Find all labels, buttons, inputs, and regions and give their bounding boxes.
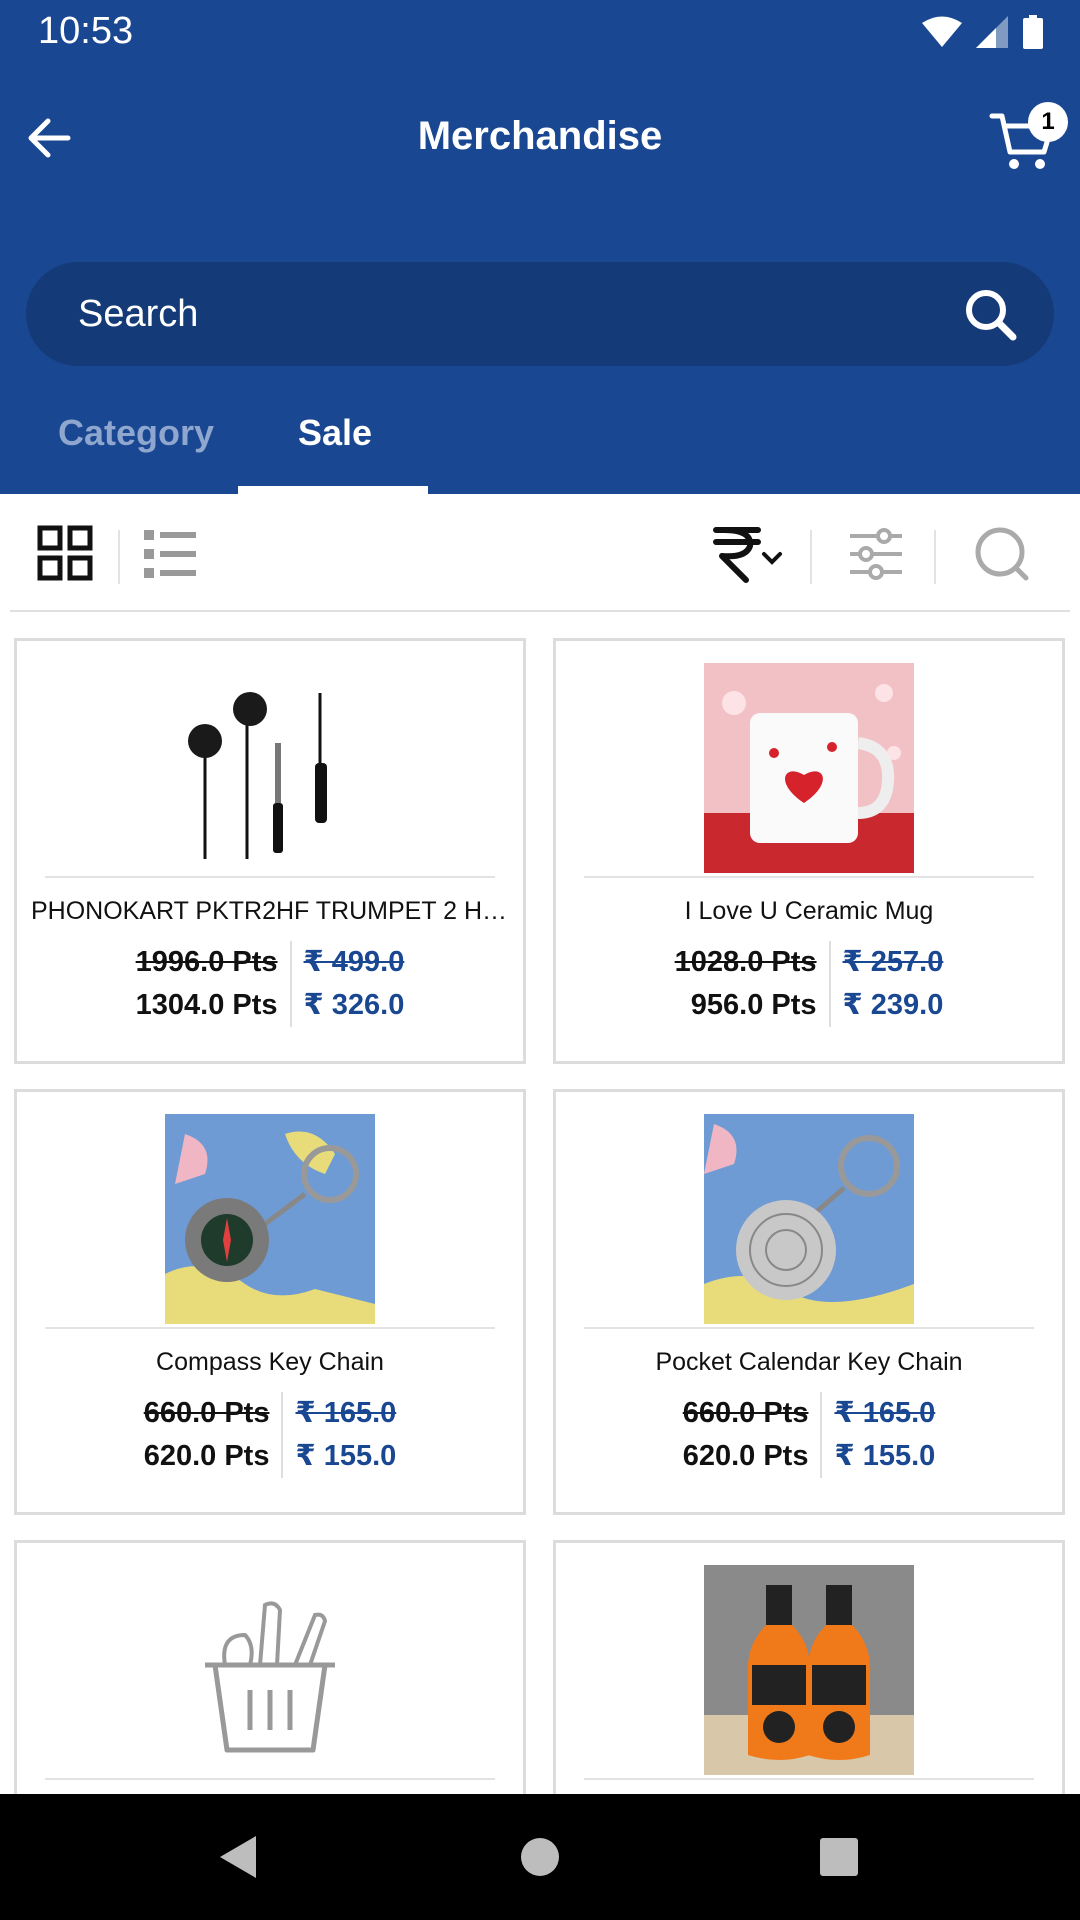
points-column: 660.0 Pts 620.0 Pts [144, 1392, 284, 1478]
beer-bottles-image [704, 1565, 914, 1775]
original-points: 1028.0 Pts [674, 946, 817, 978]
original-price: ₹ 165.0 [834, 1397, 936, 1429]
battery-icon [1023, 15, 1043, 49]
card-divider [45, 1327, 495, 1329]
nav-home-icon[interactable] [513, 1830, 567, 1884]
system-nav-bar [0, 1794, 1080, 1920]
status-time: 10:53 [38, 10, 134, 52]
sale-points: 956.0 Pts [690, 989, 817, 1021]
original-points: 1996.0 Pts [135, 946, 278, 978]
product-card[interactable]: Pocket Calendar Key Chain 660.0 Pts 620.… [553, 1089, 1065, 1515]
sale-price: ₹ 155.0 [834, 1440, 936, 1472]
tab-category[interactable]: Category [58, 404, 214, 494]
rupee-sort-icon[interactable] [712, 524, 784, 584]
original-price: ₹ 257.0 [842, 946, 944, 978]
signal-icon [976, 16, 1008, 48]
sliders-filter-icon[interactable] [846, 524, 906, 584]
tab-bar: Category Sale [0, 404, 1080, 494]
wifi-icon [922, 16, 962, 47]
sale-points: 620.0 Pts [143, 1440, 270, 1472]
sale-price: ₹ 326.0 [303, 989, 405, 1021]
placeholder-basket-image [165, 1565, 375, 1775]
app-bar: 10:53 Merchandise 1 Category Sale [0, 0, 1080, 494]
product-name: Compass Key Chain [156, 1348, 384, 1376]
tab-sale[interactable]: Sale [298, 404, 372, 494]
search-icon[interactable] [962, 286, 1018, 342]
card-divider [584, 1778, 1034, 1780]
price-column: ₹ 257.0 ₹ 239.0 [831, 941, 944, 1027]
nav-recents-icon[interactable] [812, 1830, 866, 1884]
original-points: 660.0 Pts [682, 1397, 809, 1429]
grid-view-icon[interactable] [36, 524, 96, 584]
calendar-keychain-image [704, 1114, 914, 1324]
cart-count-badge: 1 [1028, 102, 1068, 142]
points-column: 1028.0 Pts 956.0 Pts [675, 941, 831, 1027]
sale-price: ₹ 155.0 [295, 1440, 397, 1472]
filter-bar [0, 494, 1080, 614]
search-input[interactable] [78, 262, 938, 366]
active-tab-indicator [238, 486, 428, 494]
card-divider [584, 876, 1034, 878]
search-bar[interactable] [26, 262, 1054, 366]
product-name: Pocket Calendar Key Chain [655, 1348, 963, 1376]
price-column: ₹ 165.0 ₹ 155.0 [283, 1392, 396, 1478]
price-column: ₹ 499.0 ₹ 326.0 [292, 941, 405, 1027]
earphones-image [165, 663, 375, 873]
divider [934, 530, 936, 584]
card-divider [45, 1778, 495, 1780]
price-column: ₹ 165.0 ₹ 155.0 [822, 1392, 935, 1478]
search-icon[interactable] [972, 524, 1032, 584]
product-name: I Love U Ceramic Mug [684, 897, 934, 925]
price-block: 1028.0 Pts 956.0 Pts ₹ 257.0 ₹ 239.0 [556, 941, 1062, 1027]
price-block: 660.0 Pts 620.0 Pts ₹ 165.0 ₹ 155.0 [556, 1392, 1062, 1478]
card-divider [584, 1327, 1034, 1329]
product-name: PHONOKART PKTR2HF TRUMPET 2 HA... [31, 897, 509, 925]
price-block: 1996.0 Pts 1304.0 Pts ₹ 499.0 ₹ 326.0 [17, 941, 523, 1027]
sale-points: 620.0 Pts [682, 1440, 809, 1472]
sale-price: ₹ 239.0 [842, 989, 944, 1021]
status-icons [922, 14, 1044, 50]
points-column: 1996.0 Pts 1304.0 Pts [136, 941, 292, 1027]
original-price: ₹ 165.0 [295, 1397, 397, 1429]
original-points: 660.0 Pts [143, 1397, 270, 1429]
product-card[interactable]: I Love U Ceramic Mug 1028.0 Pts 956.0 Pt… [553, 638, 1065, 1064]
points-column: 660.0 Pts 620.0 Pts [683, 1392, 823, 1478]
sale-points: 1304.0 Pts [135, 989, 278, 1021]
price-block: 660.0 Pts 620.0 Pts ₹ 165.0 ₹ 155.0 [17, 1392, 523, 1478]
filter-bar-divider [10, 610, 1070, 612]
product-card[interactable]: Compass Key Chain 660.0 Pts 620.0 Pts ₹ … [14, 1089, 526, 1515]
toolbar: Merchandise 1 [0, 80, 1080, 196]
product-card[interactable]: PHONOKART PKTR2HF TRUMPET 2 HA... 1996.0… [14, 638, 526, 1064]
divider [810, 530, 812, 584]
divider [118, 530, 120, 584]
original-price: ₹ 499.0 [303, 946, 405, 978]
status-bar: 10:53 [0, 0, 1080, 64]
mug-image [704, 663, 914, 873]
list-view-icon[interactable] [140, 524, 200, 584]
compass-keychain-image [165, 1114, 375, 1324]
page-title: Merchandise [417, 114, 663, 158]
card-divider [45, 876, 495, 878]
nav-back-icon[interactable] [212, 1830, 266, 1884]
